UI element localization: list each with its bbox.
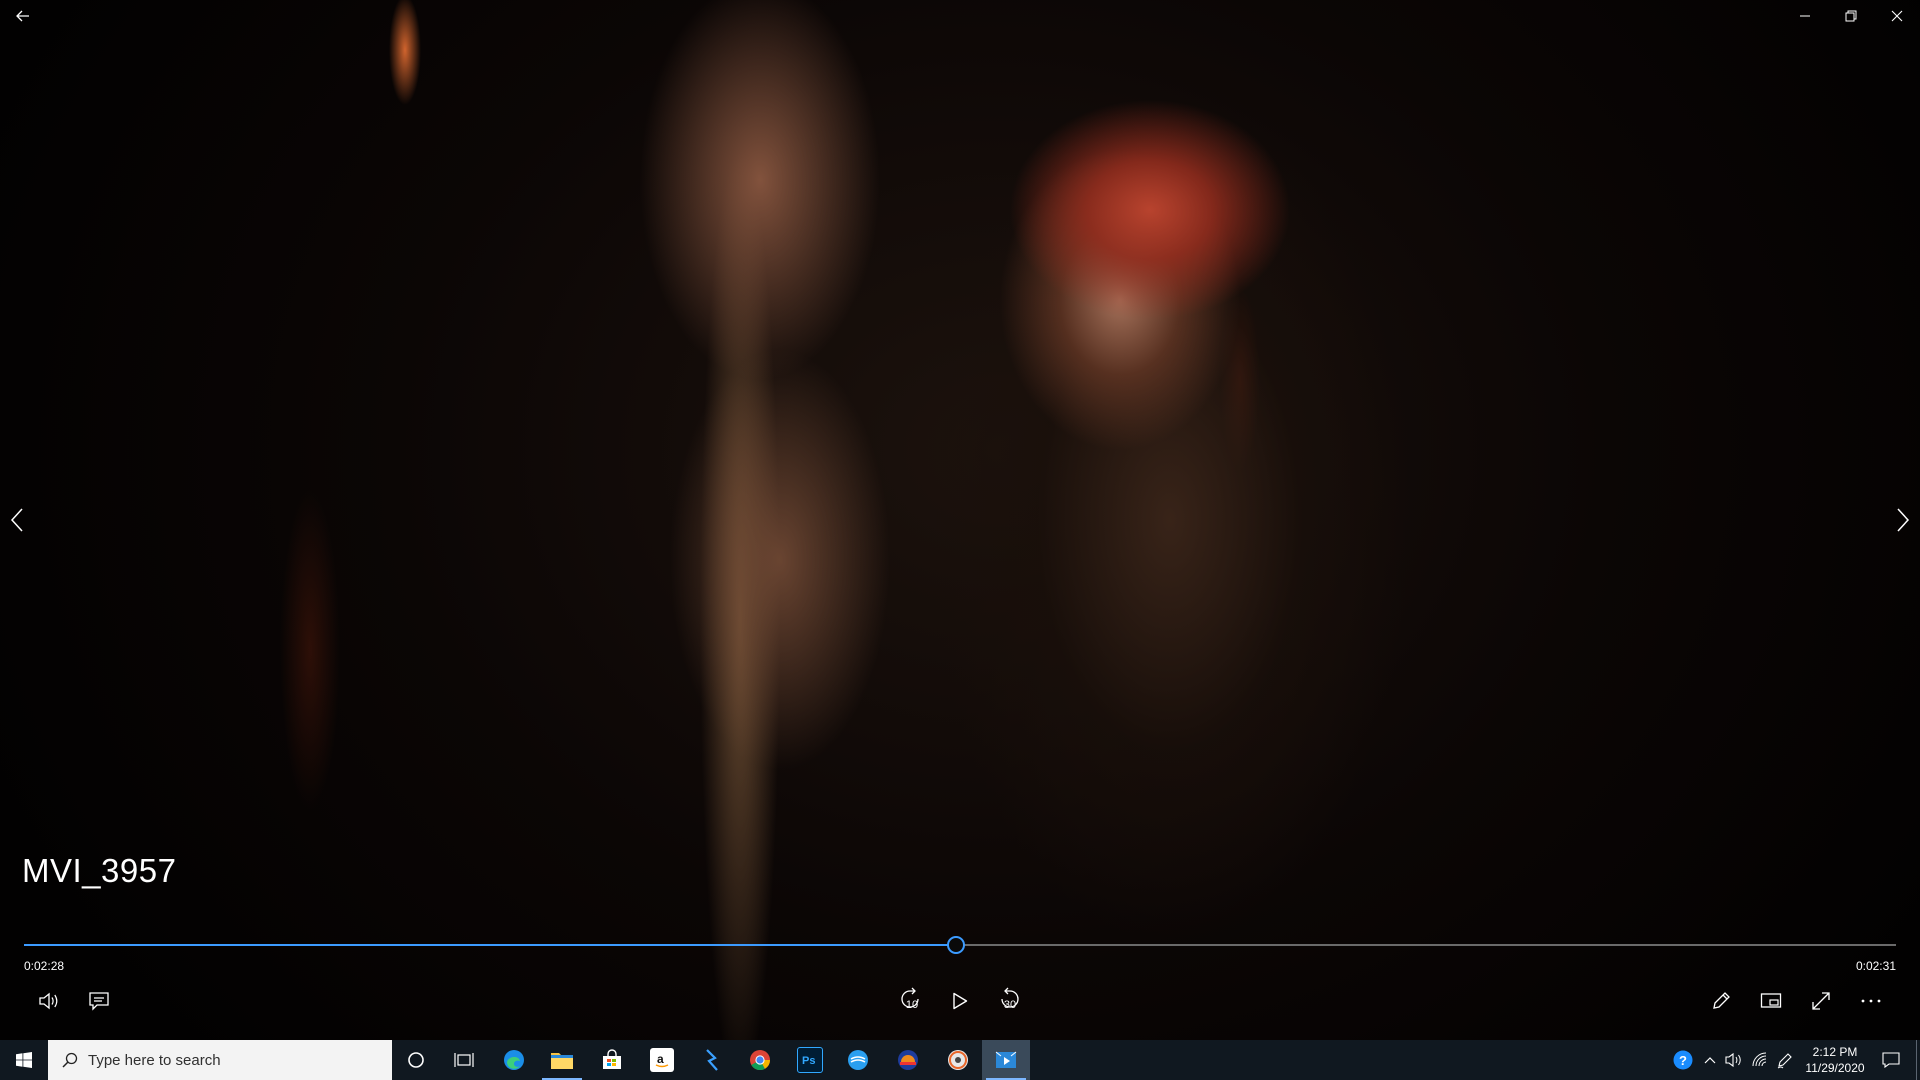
- start-button[interactable]: [0, 1040, 48, 1080]
- cortana-button[interactable]: [392, 1040, 440, 1080]
- seek-bar-progress: [24, 944, 957, 946]
- seek-bar[interactable]: [24, 936, 1896, 954]
- skip-back-seconds: 10: [905, 999, 919, 1011]
- show-desktop-divider: [1915, 1040, 1917, 1080]
- restore-button[interactable]: [1828, 0, 1874, 32]
- wifi-icon: [1752, 1052, 1767, 1067]
- captions-button[interactable]: [82, 984, 116, 1018]
- photoshop-icon: Ps: [797, 1047, 823, 1073]
- chevron-left-icon: [10, 508, 23, 532]
- task-view-button[interactable]: [440, 1040, 488, 1080]
- clock-time: 2:12 PM: [1812, 1045, 1858, 1059]
- play-button[interactable]: [942, 982, 978, 1020]
- taskbar-edge[interactable]: [490, 1040, 538, 1080]
- show-hidden-icons-button[interactable]: [1698, 1040, 1722, 1080]
- back-button[interactable]: [8, 2, 38, 30]
- help-tray-button[interactable]: ?: [1670, 1040, 1696, 1080]
- speaker-icon: [39, 992, 58, 1010]
- notification-icon: [1882, 1052, 1900, 1068]
- video-title: MVI_3957: [22, 852, 177, 889]
- close-icon: [1891, 10, 1903, 22]
- seek-bar-thumb[interactable]: [947, 936, 966, 954]
- volume-tray-button[interactable]: [1722, 1040, 1746, 1080]
- store-bag-icon: [603, 1049, 621, 1069]
- pencil-icon: [1713, 992, 1730, 1009]
- current-time: 0:02:28: [24, 959, 65, 973]
- network-tray-button[interactable]: [1748, 1040, 1772, 1080]
- mini-view-button[interactable]: [1754, 984, 1788, 1018]
- chevron-up-icon: [1704, 1057, 1716, 1064]
- search-input[interactable]: [86, 1050, 370, 1070]
- captions-icon: [89, 992, 109, 1011]
- help-icon: ?: [1673, 1050, 1693, 1070]
- skip-forward-button[interactable]: 30: [992, 982, 1028, 1020]
- fullscreen-icon: [1812, 992, 1830, 1010]
- taskbar-file-explorer[interactable]: [538, 1040, 586, 1080]
- taskbar-search[interactable]: [48, 1040, 392, 1080]
- close-button[interactable]: [1874, 0, 1920, 32]
- edit-button[interactable]: [1704, 984, 1738, 1018]
- task-view-icon: [454, 1053, 474, 1067]
- chevron-right-icon: [1897, 508, 1910, 532]
- mini-view-icon: [1760, 993, 1782, 1008]
- next-button[interactable]: [1888, 500, 1918, 540]
- taskbar-clock[interactable]: 2:12 PM 11/29/2020: [1796, 1044, 1874, 1076]
- taskbar-app-disc[interactable]: [934, 1040, 982, 1080]
- pen-tray-button[interactable]: [1774, 1040, 1796, 1080]
- svg-text:Ps: Ps: [802, 1055, 815, 1067]
- amazon-icon: a: [650, 1048, 674, 1072]
- cortana-icon: [408, 1052, 424, 1068]
- svg-text:?: ?: [1679, 1053, 1687, 1068]
- search-icon: [62, 1052, 78, 1068]
- taskbar-movies-tv[interactable]: [982, 1040, 1030, 1080]
- minimize-icon: [1800, 15, 1810, 17]
- orange-blue-app-icon: [898, 1050, 918, 1070]
- movies-tv-icon: [995, 1051, 1017, 1068]
- folder-icon: [551, 1053, 573, 1069]
- chrome-icon: [750, 1050, 771, 1071]
- disc-app-icon: [948, 1050, 968, 1070]
- ellipsis-icon: [1861, 999, 1881, 1003]
- svg-text:a: a: [657, 1052, 664, 1066]
- taskbar-chrome[interactable]: [736, 1040, 784, 1080]
- taskbar-photoshop[interactable]: Ps: [786, 1040, 834, 1080]
- play-icon: [953, 992, 968, 1010]
- restore-icon: [1845, 10, 1857, 22]
- previous-button[interactable]: [2, 500, 32, 540]
- video-frame[interactable]: MVI_3957 0:02:28 0:02:31 10 30: [0, 0, 1920, 1040]
- total-time: 0:02:31: [1855, 959, 1896, 973]
- volume-button[interactable]: [32, 984, 66, 1018]
- show-desktop-button[interactable]: [1912, 1040, 1920, 1080]
- taskbar-app-blue[interactable]: [834, 1040, 882, 1080]
- skip-back-button[interactable]: 10: [892, 982, 928, 1020]
- minimize-button[interactable]: [1782, 0, 1828, 32]
- lightning-app-icon: [706, 1049, 718, 1071]
- action-center-button[interactable]: [1874, 1040, 1908, 1080]
- blue-circle-app-icon: [848, 1050, 868, 1070]
- edge-browser-icon: [504, 1050, 524, 1070]
- arrow-left-icon: [16, 10, 29, 22]
- taskbar-app-lightning[interactable]: [688, 1040, 736, 1080]
- fullscreen-button[interactable]: [1804, 984, 1838, 1018]
- clock-date: 11/29/2020: [1805, 1061, 1865, 1075]
- speaker-tray-icon: [1725, 1052, 1741, 1068]
- taskbar-app-orange[interactable]: [884, 1040, 932, 1080]
- taskbar-store[interactable]: [588, 1040, 636, 1080]
- pen-workspace-icon: [1777, 1053, 1792, 1069]
- taskbar-amazon[interactable]: a: [638, 1040, 686, 1080]
- skip-forward-seconds: 30: [1003, 999, 1017, 1011]
- windows-logo-icon: [16, 1052, 32, 1068]
- taskbar: a Ps ? 2:12 PM 11/29/2020: [0, 1040, 1920, 1080]
- more-options-button[interactable]: [1854, 984, 1888, 1018]
